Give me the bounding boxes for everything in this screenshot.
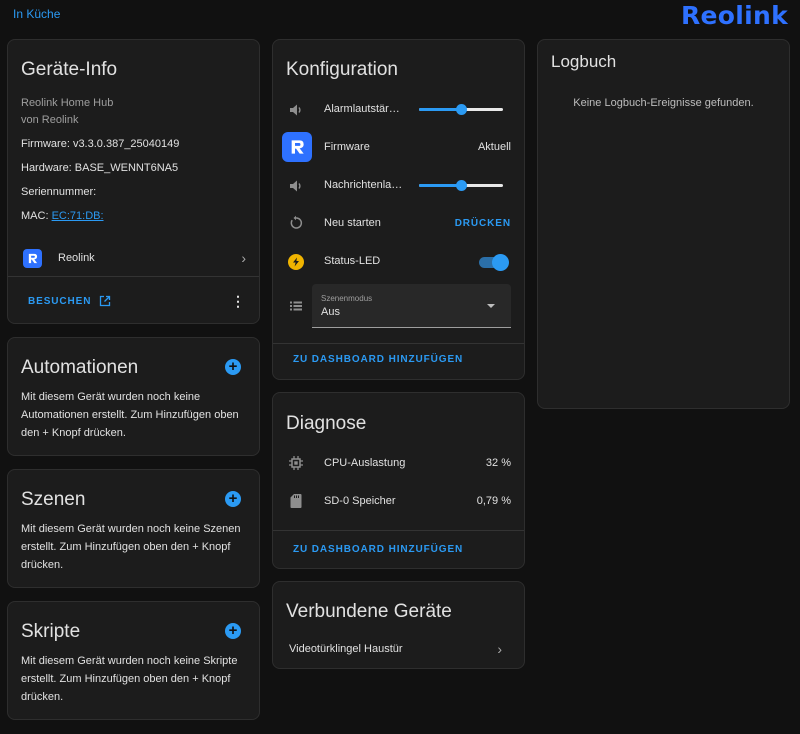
device-info-card: Geräte-Info Reolink Home Hub von Reolink…: [7, 39, 260, 324]
mac-link[interactable]: EC:71:DB:: [52, 210, 104, 222]
add-to-dashboard-button[interactable]: ZU DASHBOARD HINZUFÜGEN: [293, 544, 463, 555]
scenes-empty-text: Mit diesem Gerät wurden noch keine Szene…: [21, 523, 241, 571]
configuration-card: Konfiguration Alarmlautstär… Firmware Ak…: [272, 39, 525, 380]
status-led-label: Status-LED: [324, 255, 381, 267]
volume-icon: [290, 104, 301, 116]
arrow-drop-down-icon: [487, 304, 495, 308]
diagnostics-card: Diagnose CPU-Auslastung 32 % SD-0 Speich…: [272, 392, 525, 569]
add-scene-button[interactable]: +: [225, 491, 241, 507]
device-info-actions: BESUCHEN ⋮: [8, 291, 259, 311]
sd-storage-label: SD-0 Speicher: [324, 495, 396, 507]
firmware-info: Firmware: v3.3.0.387_25040149: [21, 138, 180, 150]
hardware-info: Hardware: BASE_WENNT6NA5: [21, 162, 179, 174]
automations-title: Automationen: [21, 357, 139, 378]
mac-label: MAC:: [21, 210, 49, 222]
status-led-toggle[interactable]: [479, 254, 509, 271]
automations-card: Automationen + Mit diesem Gerät wurden n…: [7, 337, 260, 456]
area-breadcrumb[interactable]: In Küche: [13, 7, 60, 21]
firmware-status: Aktuell: [477, 141, 511, 153]
sd-card-icon: [290, 494, 302, 508]
logbook-empty-text: Keine Logbuch-Ereignisse gefunden.: [573, 97, 754, 109]
open-in-new-icon: [100, 295, 111, 307]
connected-devices-card: Verbundene Geräte Videotürklingel Haustü…: [272, 581, 525, 669]
message-volume-label: Nachrichtenla…: [324, 179, 403, 191]
more-vert-icon[interactable]: ⋮: [231, 294, 245, 308]
chevron-right-icon: ›: [241, 250, 246, 266]
alarm-volume-label: Alarmlautstär…: [324, 103, 400, 115]
chevron-right-icon: ›: [497, 641, 502, 657]
logbook-title: Logbuch: [551, 52, 617, 71]
add-automation-button[interactable]: +: [225, 359, 241, 375]
scripts-title: Skripte: [21, 621, 81, 642]
scene-mode-label: Szenenmodus: [321, 294, 373, 303]
connected-device-name: Videotürklingel Haustür: [289, 643, 403, 655]
firmware-label: Firmware: [324, 141, 370, 153]
add-script-button[interactable]: +: [225, 623, 241, 639]
scenes-title: Szenen: [21, 489, 86, 510]
scripts-card: Skripte + Mit diesem Gerät wurden noch k…: [7, 601, 260, 720]
divider: [273, 530, 524, 531]
serial-number: Seriennummer:: [21, 186, 97, 198]
connected-devices-title: Verbundene Geräte: [286, 601, 452, 622]
device-info-title: Geräte-Info: [21, 59, 118, 80]
cpu-usage-label: CPU-Auslastung: [324, 457, 406, 469]
alarm-volume-slider[interactable]: [419, 104, 503, 115]
divider: [8, 276, 259, 277]
scenes-card: Szenen + Mit diesem Gerät wurden noch ke…: [7, 469, 260, 588]
automations-empty-text: Mit diesem Gerät wurden noch keine Autom…: [21, 391, 239, 439]
integration-name: Reolink: [58, 252, 95, 264]
mac-row: MAC: EC:71:DB:: [21, 210, 104, 222]
firmware-update-icon: [282, 132, 312, 162]
diagnostics-title: Diagnose: [286, 413, 367, 434]
integration-row[interactable]: Reolink ›: [8, 246, 259, 270]
restart-label: Neu starten: [324, 217, 381, 229]
configuration-title: Konfiguration: [286, 59, 398, 80]
visit-button[interactable]: BESUCHEN: [28, 296, 91, 307]
connected-device-row[interactable]: Videotürklingel Haustür ›: [273, 640, 524, 658]
cpu-usage-value: 32 %: [485, 457, 511, 469]
restart-press-button[interactable]: DRÜCKEN: [455, 218, 511, 229]
flash-icon: [288, 254, 304, 270]
reolink-integration-icon: [23, 248, 42, 268]
volume-icon: [290, 180, 301, 192]
cpu-icon: [289, 456, 303, 470]
scripts-empty-text: Mit diesem Gerät wurden noch keine Skrip…: [21, 655, 238, 703]
add-to-dashboard-button[interactable]: ZU DASHBOARD HINZUFÜGEN: [293, 354, 463, 365]
list-icon: [290, 301, 302, 311]
device-model: Reolink Home Hub: [21, 97, 114, 109]
reolink-logo: Reolink: [680, 1, 788, 30]
message-volume-slider[interactable]: [419, 180, 503, 191]
scene-mode-select[interactable]: Szenenmodus Aus: [312, 284, 511, 328]
scene-mode-value: Aus: [321, 306, 340, 318]
sd-storage-value: 0,79 %: [476, 495, 511, 507]
toggle-thumb: [492, 254, 509, 271]
restart-icon: [290, 215, 303, 229]
divider: [273, 343, 524, 344]
device-manufacturer: von Reolink: [21, 114, 79, 126]
logbook-card: Logbuch Keine Logbuch-Ereignisse gefunde…: [537, 39, 790, 409]
